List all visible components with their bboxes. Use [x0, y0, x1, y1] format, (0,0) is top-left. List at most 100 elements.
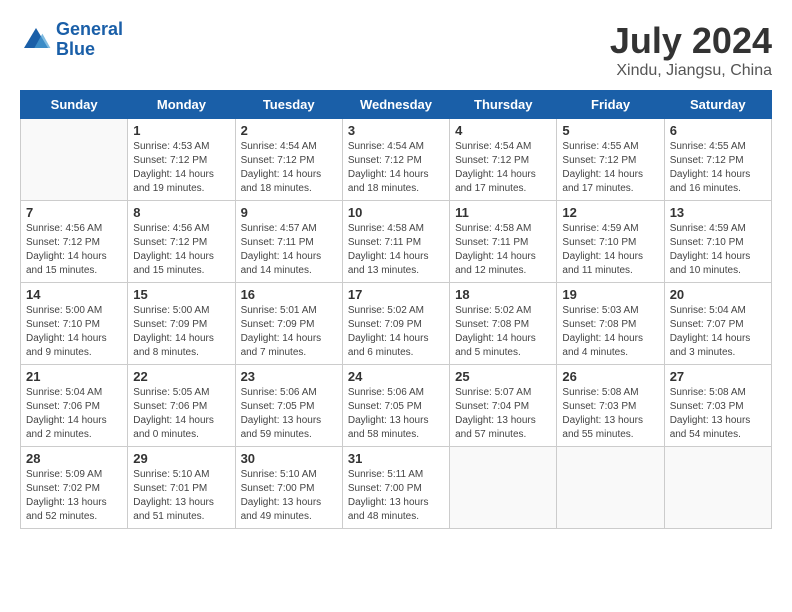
calendar-cell: 18 Sunrise: 5:02 AM Sunset: 7:08 PM Dayli… [450, 283, 557, 365]
location: Xindu, Jiangsu, China [610, 62, 772, 80]
day-info: Sunrise: 5:01 AM Sunset: 7:09 PM Dayligh… [241, 304, 337, 360]
day-info: Sunrise: 5:02 AM Sunset: 7:09 PM Dayligh… [348, 304, 444, 360]
day-number: 6 [670, 123, 766, 138]
day-number: 10 [348, 205, 444, 220]
day-info: Sunrise: 5:05 AM Sunset: 7:06 PM Dayligh… [133, 386, 229, 442]
day-number: 31 [348, 451, 444, 466]
day-number: 1 [133, 123, 229, 138]
day-number: 19 [562, 287, 658, 302]
calendar-cell: 1 Sunrise: 4:53 AM Sunset: 7:12 PM Daylig… [128, 119, 235, 201]
day-number: 24 [348, 369, 444, 384]
header-row: SundayMondayTuesdayWednesdayThursdayFrid… [21, 91, 772, 119]
day-number: 22 [133, 369, 229, 384]
day-info: Sunrise: 5:02 AM Sunset: 7:08 PM Dayligh… [455, 304, 551, 360]
calendar-cell: 30 Sunrise: 5:10 AM Sunset: 7:00 PM Dayli… [235, 447, 342, 529]
calendar-cell: 26 Sunrise: 5:08 AM Sunset: 7:03 PM Dayli… [557, 365, 664, 447]
calendar-cell: 22 Sunrise: 5:05 AM Sunset: 7:06 PM Dayli… [128, 365, 235, 447]
calendar-cell: 28 Sunrise: 5:09 AM Sunset: 7:02 PM Dayli… [21, 447, 128, 529]
day-number: 20 [670, 287, 766, 302]
day-number: 7 [26, 205, 122, 220]
calendar-table: SundayMondayTuesdayWednesdayThursdayFrid… [20, 90, 772, 529]
calendar-cell: 27 Sunrise: 5:08 AM Sunset: 7:03 PM Dayli… [664, 365, 771, 447]
day-header-friday: Friday [557, 91, 664, 119]
day-info: Sunrise: 5:10 AM Sunset: 7:00 PM Dayligh… [241, 468, 337, 524]
day-number: 17 [348, 287, 444, 302]
day-number: 26 [562, 369, 658, 384]
day-info: Sunrise: 5:06 AM Sunset: 7:05 PM Dayligh… [348, 386, 444, 442]
calendar-cell: 10 Sunrise: 4:58 AM Sunset: 7:11 PM Dayli… [342, 201, 449, 283]
day-number: 2 [241, 123, 337, 138]
day-info: Sunrise: 5:11 AM Sunset: 7:00 PM Dayligh… [348, 468, 444, 524]
week-row-3: 14 Sunrise: 5:00 AM Sunset: 7:10 PM Dayli… [21, 283, 772, 365]
day-info: Sunrise: 5:10 AM Sunset: 7:01 PM Dayligh… [133, 468, 229, 524]
day-info: Sunrise: 5:09 AM Sunset: 7:02 PM Dayligh… [26, 468, 122, 524]
calendar-cell [21, 119, 128, 201]
day-number: 27 [670, 369, 766, 384]
day-info: Sunrise: 5:07 AM Sunset: 7:04 PM Dayligh… [455, 386, 551, 442]
day-number: 30 [241, 451, 337, 466]
day-info: Sunrise: 5:00 AM Sunset: 7:10 PM Dayligh… [26, 304, 122, 360]
calendar-cell: 21Sunrise: 5:04 AM Sunset: 7:06 PM Dayli… [21, 365, 128, 447]
day-info: Sunrise: 4:57 AM Sunset: 7:11 PM Dayligh… [241, 222, 337, 278]
day-info: Sunrise: 5:04 AM Sunset: 7:07 PM Dayligh… [670, 304, 766, 360]
calendar-cell: 8 Sunrise: 4:56 AM Sunset: 7:12 PM Daylig… [128, 201, 235, 283]
calendar-cell [557, 447, 664, 529]
day-number: 11 [455, 205, 551, 220]
day-number: 16 [241, 287, 337, 302]
day-number: 3 [348, 123, 444, 138]
calendar-cell: 5Sunrise: 4:55 AM Sunset: 7:12 PM Daylig… [557, 119, 664, 201]
day-info: Sunrise: 4:59 AM Sunset: 7:10 PM Dayligh… [670, 222, 766, 278]
day-number: 14 [26, 287, 122, 302]
day-number: 8 [133, 205, 229, 220]
day-number: 9 [241, 205, 337, 220]
calendar-cell: 6Sunrise: 4:55 AM Sunset: 7:12 PM Daylig… [664, 119, 771, 201]
day-info: Sunrise: 5:08 AM Sunset: 7:03 PM Dayligh… [562, 386, 658, 442]
day-info: Sunrise: 4:54 AM Sunset: 7:12 PM Dayligh… [348, 140, 444, 196]
logo-text: General Blue [56, 20, 123, 60]
day-info: Sunrise: 5:06 AM Sunset: 7:05 PM Dayligh… [241, 386, 337, 442]
calendar-cell: 24 Sunrise: 5:06 AM Sunset: 7:05 PM Dayli… [342, 365, 449, 447]
calendar-cell: 31 Sunrise: 5:11 AM Sunset: 7:00 PM Dayli… [342, 447, 449, 529]
day-header-monday: Monday [128, 91, 235, 119]
week-row-1: 1 Sunrise: 4:53 AM Sunset: 7:12 PM Daylig… [21, 119, 772, 201]
day-info: Sunrise: 4:53 AM Sunset: 7:12 PM Dayligh… [133, 140, 229, 196]
day-number: 29 [133, 451, 229, 466]
day-number: 23 [241, 369, 337, 384]
title-block: July 2024 Xindu, Jiangsu, China [610, 20, 772, 80]
logo: General Blue [20, 20, 123, 60]
day-info: Sunrise: 5:04 AM Sunset: 7:06 PM Dayligh… [26, 386, 122, 442]
day-info: Sunrise: 5:03 AM Sunset: 7:08 PM Dayligh… [562, 304, 658, 360]
day-number: 5 [562, 123, 658, 138]
calendar-cell: 19 Sunrise: 5:03 AM Sunset: 7:08 PM Dayli… [557, 283, 664, 365]
day-info: Sunrise: 4:54 AM Sunset: 7:12 PM Dayligh… [241, 140, 337, 196]
day-info: Sunrise: 4:58 AM Sunset: 7:11 PM Dayligh… [348, 222, 444, 278]
week-row-2: 7 Sunrise: 4:56 AM Sunset: 7:12 PM Daylig… [21, 201, 772, 283]
day-number: 12 [562, 205, 658, 220]
calendar-cell: 16 Sunrise: 5:01 AM Sunset: 7:09 PM Dayli… [235, 283, 342, 365]
day-info: Sunrise: 4:54 AM Sunset: 7:12 PM Dayligh… [455, 140, 551, 196]
logo-line2: Blue [56, 39, 95, 59]
calendar-cell: 7 Sunrise: 4:56 AM Sunset: 7:12 PM Daylig… [21, 201, 128, 283]
day-info: Sunrise: 4:56 AM Sunset: 7:12 PM Dayligh… [26, 222, 122, 278]
calendar-cell: 23 Sunrise: 5:06 AM Sunset: 7:05 PM Dayli… [235, 365, 342, 447]
calendar-cell: 9 Sunrise: 4:57 AM Sunset: 7:11 PM Daylig… [235, 201, 342, 283]
calendar-cell: 12 Sunrise: 4:59 AM Sunset: 7:10 PM Dayli… [557, 201, 664, 283]
page-header: General Blue July 2024 Xindu, Jiangsu, C… [20, 20, 772, 80]
month-year: July 2024 [610, 20, 772, 62]
day-header-sunday: Sunday [21, 91, 128, 119]
day-header-wednesday: Wednesday [342, 91, 449, 119]
day-number: 25 [455, 369, 551, 384]
day-info: Sunrise: 4:59 AM Sunset: 7:10 PM Dayligh… [562, 222, 658, 278]
day-info: Sunrise: 5:08 AM Sunset: 7:03 PM Dayligh… [670, 386, 766, 442]
day-info: Sunrise: 4:56 AM Sunset: 7:12 PM Dayligh… [133, 222, 229, 278]
calendar-cell: 17 Sunrise: 5:02 AM Sunset: 7:09 PM Dayli… [342, 283, 449, 365]
day-number: 28 [26, 451, 122, 466]
calendar-cell: 4Sunrise: 4:54 AM Sunset: 7:12 PM Daylig… [450, 119, 557, 201]
calendar-cell [664, 447, 771, 529]
day-header-thursday: Thursday [450, 91, 557, 119]
calendar-cell: 3 Sunrise: 4:54 AM Sunset: 7:12 PM Daylig… [342, 119, 449, 201]
day-number: 18 [455, 287, 551, 302]
calendar-cell: 25 Sunrise: 5:07 AM Sunset: 7:04 PM Dayli… [450, 365, 557, 447]
day-header-tuesday: Tuesday [235, 91, 342, 119]
day-number: 13 [670, 205, 766, 220]
